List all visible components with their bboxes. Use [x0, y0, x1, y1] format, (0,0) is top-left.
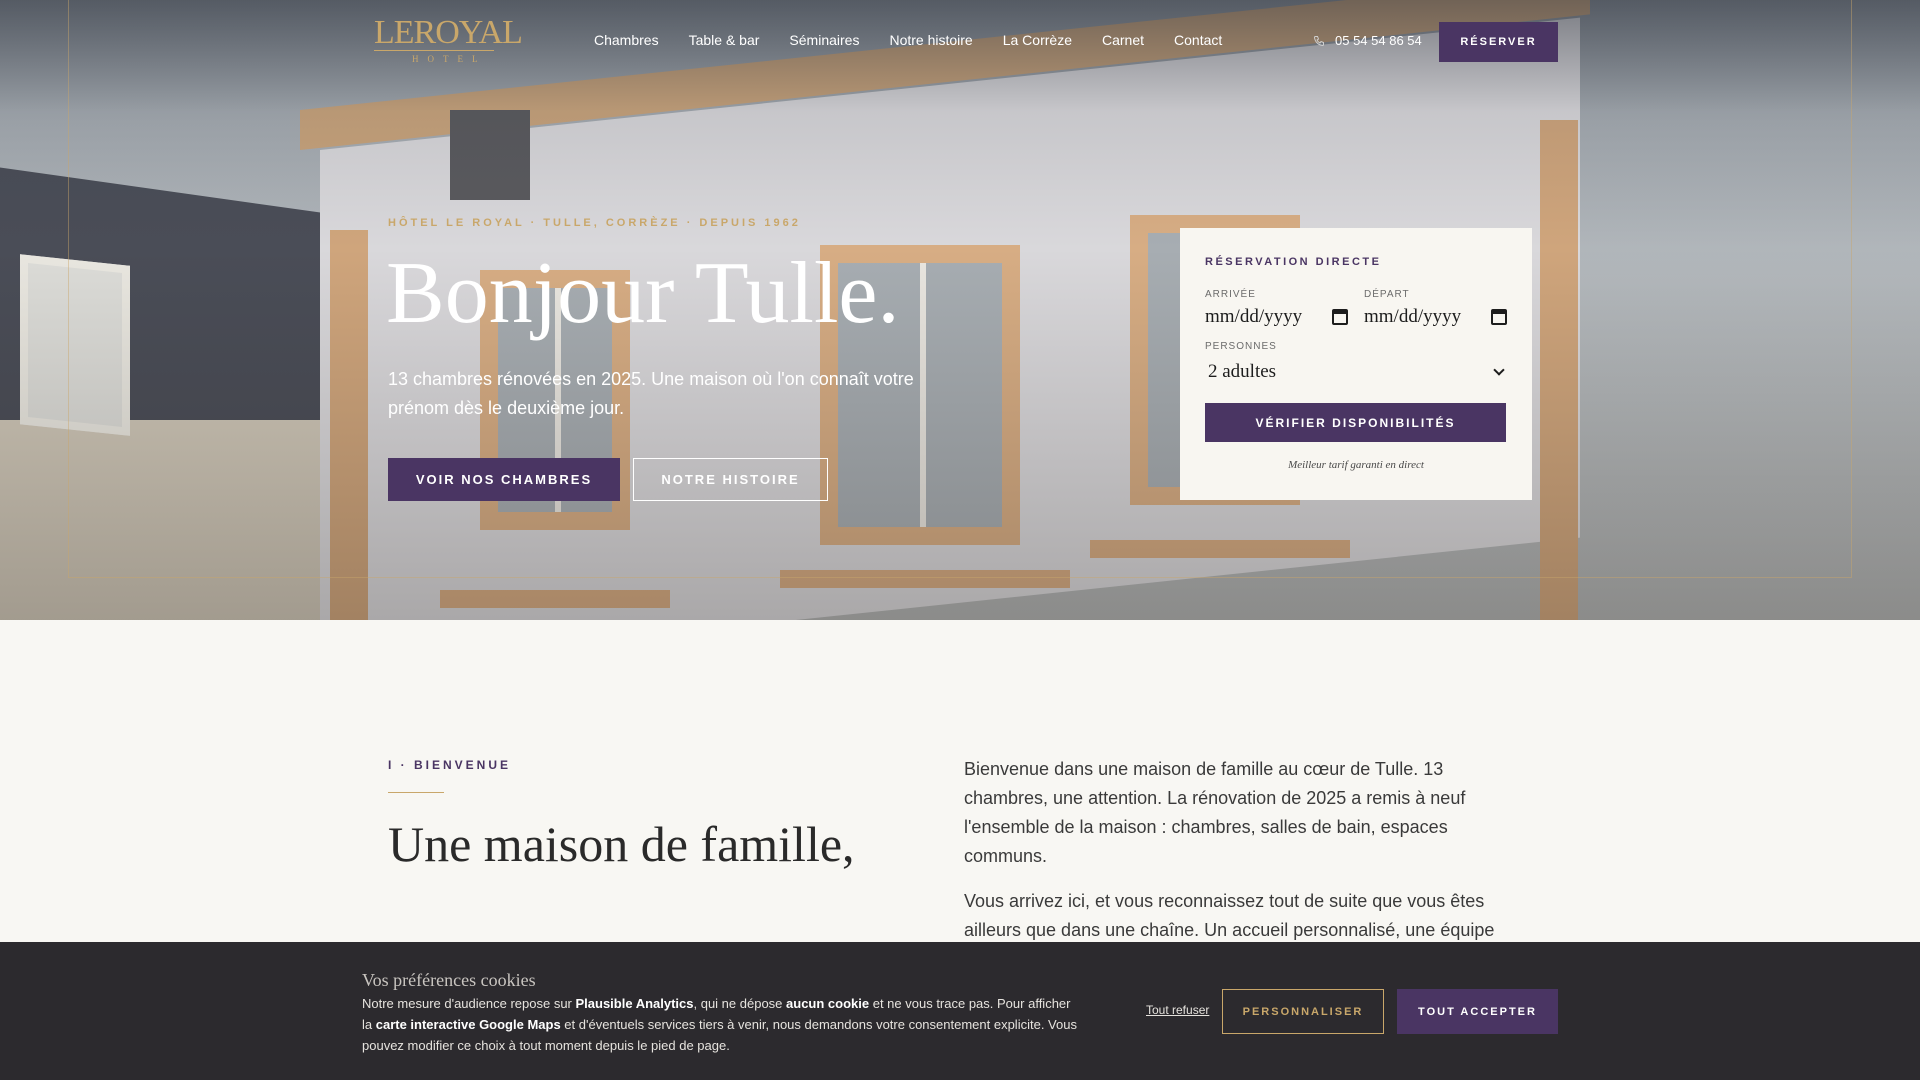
cookie-text-bold: Plausible Analytics: [575, 996, 694, 1011]
nav-link-table-bar[interactable]: Table & bar: [689, 32, 760, 48]
reserve-button[interactable]: RÉSERVER: [1439, 22, 1558, 62]
welcome-kicker: I · BIENVENUE: [388, 758, 512, 772]
welcome-paragraph: Bienvenue dans une maison de famille au …: [964, 759, 1466, 866]
welcome-divider: [388, 792, 444, 793]
arrival-field[interactable]: ARRIVÉE mm/dd/yyyy: [1205, 289, 1348, 329]
guests-select[interactable]: 2 adultes: [1205, 357, 1507, 387]
nav-link-contact[interactable]: Contact: [1174, 32, 1222, 48]
welcome-paragraph: Vous arrivez ici, et vous reconnaissez t…: [964, 891, 1495, 940]
hero-overlay: [0, 0, 1920, 620]
nav-link-chambres[interactable]: Chambres: [594, 32, 659, 48]
hero-kicker: HÔTEL LE ROYAL · TULLE, CORRÈZE · DEPUIS…: [388, 217, 801, 229]
guests-selected-value: 2 adultes: [1208, 361, 1277, 382]
cookie-title: Vos préférences cookies: [362, 970, 536, 990]
check-availability-button[interactable]: VÉRIFIER DISPONIBILITÉS: [1205, 403, 1506, 442]
departure-date-input[interactable]: mm/dd/yyyy: [1364, 305, 1507, 329]
logo-text: LEROYAL: [374, 14, 523, 51]
phone-icon: [1313, 35, 1324, 46]
our-story-button[interactable]: NOTRE HISTOIRE: [633, 458, 828, 501]
arrival-label: ARRIVÉE: [1205, 289, 1256, 300]
calendar-icon[interactable]: [1491, 309, 1507, 325]
top-navigation: LEROYAL HOTEL Chambres Table & bar Sémin…: [0, 0, 1920, 84]
nav-link-carnet[interactable]: Carnet: [1102, 32, 1144, 48]
nav-link-seminaires[interactable]: Séminaires: [789, 32, 859, 48]
cookie-banner: Vos préférences cookies Notre mesure d'a…: [0, 942, 1920, 1080]
departure-field[interactable]: DÉPART mm/dd/yyyy: [1364, 289, 1507, 329]
refuse-all-button[interactable]: Tout refuser: [1146, 1003, 1209, 1017]
view-rooms-button[interactable]: VOIR NOS CHAMBRES: [388, 458, 620, 501]
welcome-text: Bienvenue dans une maison de famille au …: [964, 755, 1514, 961]
welcome-title: Une maison de famille,: [388, 816, 855, 872]
nav-link-la-correze[interactable]: La Corrèze: [1003, 32, 1072, 48]
cookie-text-bold: aucun cookie: [786, 996, 870, 1011]
departure-label: DÉPART: [1364, 289, 1410, 300]
booking-widget: RÉSERVATION DIRECTE ARRIVÉE mm/dd/yyyy D…: [1180, 228, 1532, 500]
best-rate-note: Meilleur tarif garanti en direct: [1288, 459, 1424, 471]
cookie-text: Notre mesure d'audience repose sur Plaus…: [362, 993, 1082, 1056]
customize-button[interactable]: PERSONNALISER: [1222, 989, 1384, 1034]
guests-field: PERSONNES 2 adultes: [1205, 341, 1507, 387]
hero-subtitle: 13 chambres rénovées en 2025. Une maison…: [388, 369, 914, 418]
accept-all-button[interactable]: TOUT ACCEPTER: [1397, 989, 1558, 1034]
logo-rule: [374, 50, 494, 51]
nav-link-notre-histoire[interactable]: Notre histoire: [889, 32, 972, 48]
calendar-icon[interactable]: [1332, 309, 1348, 325]
cookie-text-bold: carte interactive Google Maps: [375, 1017, 561, 1032]
arrival-date-placeholder: mm/dd/yyyy: [1205, 306, 1303, 327]
arrival-date-input[interactable]: mm/dd/yyyy: [1205, 305, 1348, 329]
departure-date-placeholder: mm/dd/yyyy: [1364, 306, 1462, 327]
phone-number: 05 54 54 86 54: [1335, 33, 1422, 48]
guests-label: PERSONNES: [1205, 341, 1277, 352]
hero-title: Bonjour Tulle.: [386, 245, 900, 342]
main-menu: Chambres Table & bar Séminaires Notre hi…: [594, 32, 1252, 48]
logo-subtext: HOTEL: [412, 54, 487, 64]
phone-link[interactable]: 05 54 54 86 54: [1313, 33, 1422, 48]
booking-title: RÉSERVATION DIRECTE: [1205, 256, 1382, 268]
booking-dates-row: ARRIVÉE mm/dd/yyyy DÉPART mm/dd/yyyy: [1205, 289, 1507, 329]
chevron-down-icon: [1493, 364, 1505, 376]
hero-section: [0, 0, 1920, 620]
hotel-logo[interactable]: LEROYAL HOTEL: [374, 14, 523, 64]
cookie-text-part: , qui ne dépose: [693, 996, 787, 1011]
cookie-text-part: Notre mesure d'audience repose sur: [362, 996, 576, 1011]
